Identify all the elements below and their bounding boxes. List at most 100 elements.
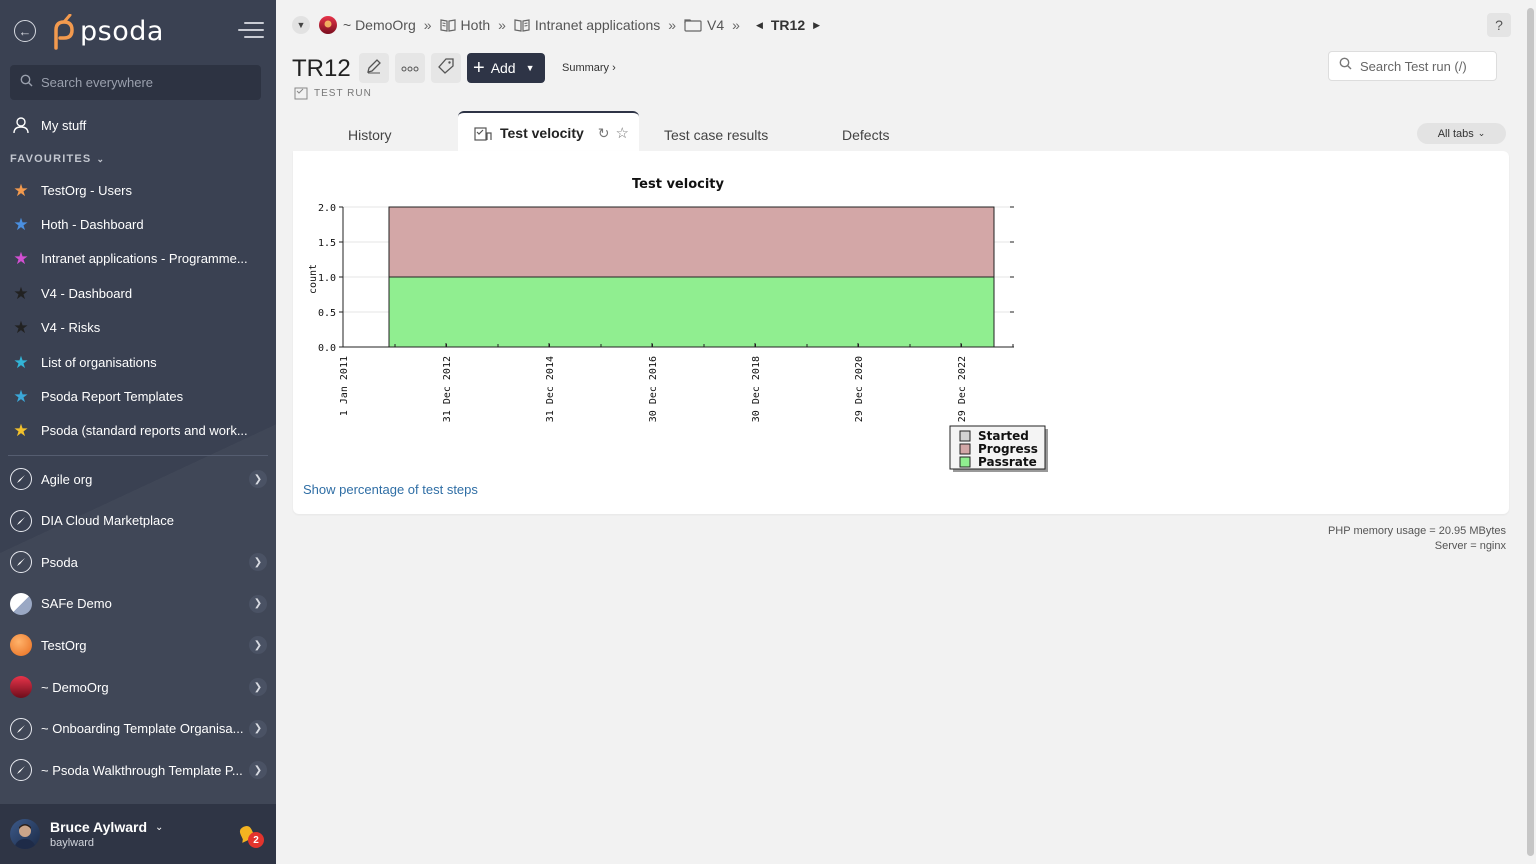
- chevron-right-icon[interactable]: ❯: [249, 761, 267, 780]
- sidebar-organisation-item[interactable]: DIA Cloud Marketplace: [0, 501, 276, 541]
- star-icon: ★: [13, 421, 29, 441]
- compass-icon: [10, 468, 32, 490]
- sidebar-search[interactable]: [10, 65, 261, 100]
- chart-legend-label: Progress: [978, 442, 1038, 456]
- book-icon: [514, 17, 530, 33]
- page-subtitle: TEST RUN: [294, 86, 372, 100]
- back-arrow-icon[interactable]: ←: [14, 20, 36, 42]
- chevron-down-icon: ⌄: [96, 153, 106, 164]
- user-panel[interactable]: Bruce Aylward ⌄ baylward 2: [0, 804, 276, 864]
- tab-history[interactable]: History: [348, 120, 392, 150]
- chart-x-tick-label: 31 Dec 2012: [442, 356, 453, 422]
- test-run-search[interactable]: [1328, 51, 1500, 81]
- tab-test-case-results[interactable]: Test case results: [664, 120, 768, 150]
- psoda-logo[interactable]: psoda: [50, 13, 164, 50]
- star-outline-icon[interactable]: ☆: [616, 124, 629, 142]
- sidebar-favourite-item[interactable]: ★ Hoth - Dashboard: [0, 209, 276, 239]
- chevron-down-icon: ⌄: [1477, 128, 1486, 138]
- sidebar-search-input[interactable]: [41, 75, 241, 90]
- all-tabs-dropdown[interactable]: All tabs ⌄: [1417, 123, 1506, 144]
- server-info: Server = nginx: [1434, 540, 1506, 552]
- chart-legend-swatch: [959, 443, 971, 455]
- avatar[interactable]: [10, 819, 40, 849]
- star-icon: ★: [13, 214, 29, 234]
- sidebar-item-label: ~ Psoda Walkthrough Template P...: [41, 762, 243, 778]
- sidebar-item-label: My stuff: [41, 117, 87, 133]
- edit-button[interactable]: [359, 53, 389, 83]
- breadcrumb-separator: »: [498, 17, 506, 33]
- pencil-icon: [366, 58, 382, 79]
- chart-y-tick-label: 0.5: [318, 308, 336, 319]
- sidebar: ← psoda My stuff FAVOURITES: [0, 0, 276, 864]
- sidebar-favourite-item[interactable]: ★ List of organisations: [0, 347, 276, 377]
- breadcrumb-item-intranet-applications[interactable]: Intranet applications: [514, 17, 660, 33]
- tab-test-velocity[interactable]: Test velocity ↻ ☆: [458, 111, 639, 153]
- more-options-button[interactable]: [395, 53, 425, 83]
- tag-button[interactable]: [431, 53, 461, 83]
- sidebar-divider: [8, 455, 268, 456]
- star-icon: ★: [13, 180, 29, 200]
- chart-area-passrate: [388, 276, 995, 348]
- refresh-icon[interactable]: ↻: [598, 125, 610, 142]
- sidebar-organisation-item[interactable]: SAFe Demo ❯: [0, 584, 276, 624]
- sidebar-item-my-stuff[interactable]: My stuff: [0, 110, 276, 140]
- notifications-bell-icon[interactable]: 2: [236, 824, 264, 848]
- compass-icon: [10, 509, 32, 532]
- sidebar-favourite-item[interactable]: ★ V4 - Dashboard: [0, 278, 276, 308]
- breadcrumb-label: V4: [707, 17, 725, 33]
- chevron-right-icon[interactable]: ❯: [249, 678, 267, 696]
- help-button[interactable]: ?: [1487, 13, 1511, 37]
- favourites-header[interactable]: FAVOURITES ⌄: [10, 153, 105, 165]
- breadcrumb-label: ~ DemoOrg: [343, 17, 416, 33]
- chevron-right-icon[interactable]: ❯: [249, 636, 267, 655]
- breadcrumb-item-demoorg[interactable]: ~ DemoOrg: [318, 15, 416, 35]
- chevron-right-icon[interactable]: ❯: [249, 470, 267, 488]
- sidebar-organisation-item[interactable]: ~ DemoOrg ❯: [0, 667, 276, 707]
- scrollbar-thumb[interactable]: [1527, 8, 1534, 856]
- sidebar-header: ← psoda: [0, 0, 276, 62]
- breadcrumb-label: Intranet applications: [534, 17, 661, 33]
- user-name: Bruce Aylward: [50, 819, 147, 835]
- test-velocity-chart: Test velocity 0.0 0.5 1.0 1.5 2.0 count 1 Jan …: [308, 177, 1048, 472]
- previous-item-icon[interactable]: ◀: [756, 20, 763, 31]
- sidebar-organisation-item[interactable]: TestOrg ❯: [0, 625, 276, 665]
- breadcrumb-separator: »: [423, 17, 432, 33]
- chevron-down-icon: ▼: [525, 63, 535, 73]
- chevron-right-icon[interactable]: ❯: [249, 594, 267, 613]
- tag-icon: [438, 57, 454, 79]
- favourites-label: FAVOURITES: [10, 153, 92, 165]
- show-percentage-link[interactable]: Show percentage of test steps: [303, 482, 478, 497]
- sunset-icon: [10, 676, 32, 698]
- collapse-sidebar-icon[interactable]: [238, 22, 264, 40]
- sidebar-item-label: Hoth - Dashboard: [41, 216, 144, 232]
- tab-defects[interactable]: Defects: [842, 120, 889, 150]
- breadcrumb-item-hoth[interactable]: Hoth: [439, 17, 490, 33]
- test-run-search-input[interactable]: [1360, 58, 1500, 74]
- chevron-right-icon[interactable]: ❯: [249, 553, 267, 572]
- star-icon: ★: [13, 386, 29, 406]
- test-velocity-icon: [474, 125, 492, 141]
- summary-link[interactable]: Summary ›: [562, 62, 616, 74]
- sidebar-favourite-item[interactable]: ★ TestOrg - Users: [0, 175, 276, 205]
- sidebar-item-label: V4 - Risks: [41, 320, 101, 336]
- chevron-right-icon[interactable]: ❯: [249, 719, 267, 738]
- sidebar-organisation-item[interactable]: Psoda ❯: [0, 542, 276, 582]
- chart-area-progress: [388, 206, 995, 278]
- breadcrumb-item-v4[interactable]: V4: [684, 17, 724, 33]
- sidebar-favourite-item[interactable]: ★ Psoda Report Templates: [0, 381, 276, 411]
- sidebar-item-label: Intranet applications - Programme...: [41, 251, 248, 267]
- chevron-down-icon[interactable]: ▼: [292, 16, 310, 34]
- star-icon: ★: [13, 283, 29, 303]
- sidebar-organisation-item[interactable]: Agile org ❯: [0, 459, 276, 499]
- chevron-down-icon[interactable]: ⌄: [155, 822, 163, 833]
- chart-x-tick-label: 31 Dec 2014: [545, 356, 556, 422]
- star-icon: ★: [13, 318, 29, 338]
- sidebar-organisation-item[interactable]: ~ Onboarding Template Organisa... ❯: [0, 709, 276, 749]
- sidebar-favourite-item[interactable]: ★ V4 - Risks: [0, 313, 276, 343]
- test-run-icon: [294, 86, 308, 100]
- sidebar-favourite-item[interactable]: ★ Psoda (standard reports and work...: [0, 416, 276, 446]
- sidebar-organisation-item[interactable]: ~ Psoda Walkthrough Template P... ❯: [0, 750, 276, 790]
- sidebar-favourite-item[interactable]: ★ Intranet applications - Programme...: [0, 244, 276, 274]
- add-button[interactable]: + Add ▼: [467, 53, 545, 83]
- next-item-icon[interactable]: ▶: [813, 20, 820, 31]
